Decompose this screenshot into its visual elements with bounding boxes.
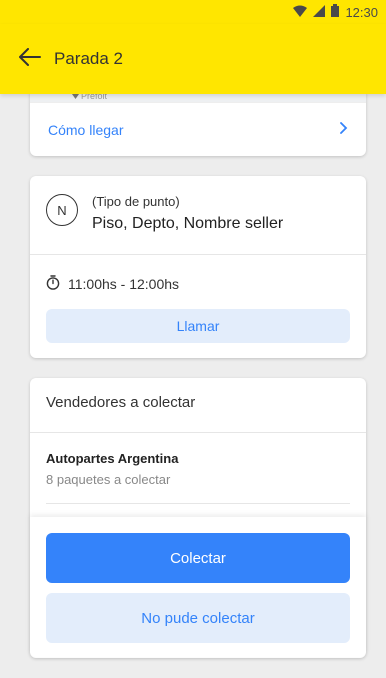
stop-type-badge: N [46,194,78,226]
seller-package-count: 8 paquetes a colectar [46,472,171,487]
chevron-right-icon [340,121,348,139]
bottom-actions: Colectar No pude colectar [30,517,366,657]
arrow-left-icon [19,47,41,71]
divider [46,503,350,504]
battery-icon [331,4,340,20]
wifi-icon [293,5,308,20]
directions-link[interactable]: Cómo llegar [48,122,123,138]
directions-card: Prefolt Cómo llegar [30,88,366,156]
call-button[interactable]: Llamar [46,309,350,343]
directions-row[interactable]: Cómo llegar [30,102,366,156]
stopwatch-icon [46,275,60,293]
could-not-collect-button[interactable]: No pude colectar [46,593,350,643]
stop-type: (Tipo de punto) [92,194,180,209]
signal-icon [313,4,326,20]
app-bar: Parada 2 [0,24,386,94]
sellers-section-title: Vendedores a colectar [46,394,196,411]
stop-text: (Tipo de punto) Piso, Depto, Nombre sell… [92,194,283,254]
seller-name: Autopartes Argentina [46,451,179,466]
collect-button[interactable]: Colectar [46,533,350,583]
list-item[interactable]: Autopartes Argentina 8 paquetes a colect… [30,433,366,487]
main-content: Prefolt Cómo llegar N (Tipo de punto) Pi… [0,88,386,678]
back-button[interactable] [14,43,46,75]
time-window: 11:00hs - 12:00hs [68,276,180,292]
page-title: Parada 2 [54,49,123,68]
status-time: 12:30 [345,4,378,20]
stop-header: N (Tipo de punto) Piso, Depto, Nombre se… [30,176,366,254]
stop-card: N (Tipo de punto) Piso, Depto, Nombre se… [30,176,366,358]
time-window-row: 11:00hs - 12:00hs [30,255,366,293]
stop-address: Piso, Depto, Nombre seller [92,215,284,232]
status-bar: 12:30 [0,0,386,24]
